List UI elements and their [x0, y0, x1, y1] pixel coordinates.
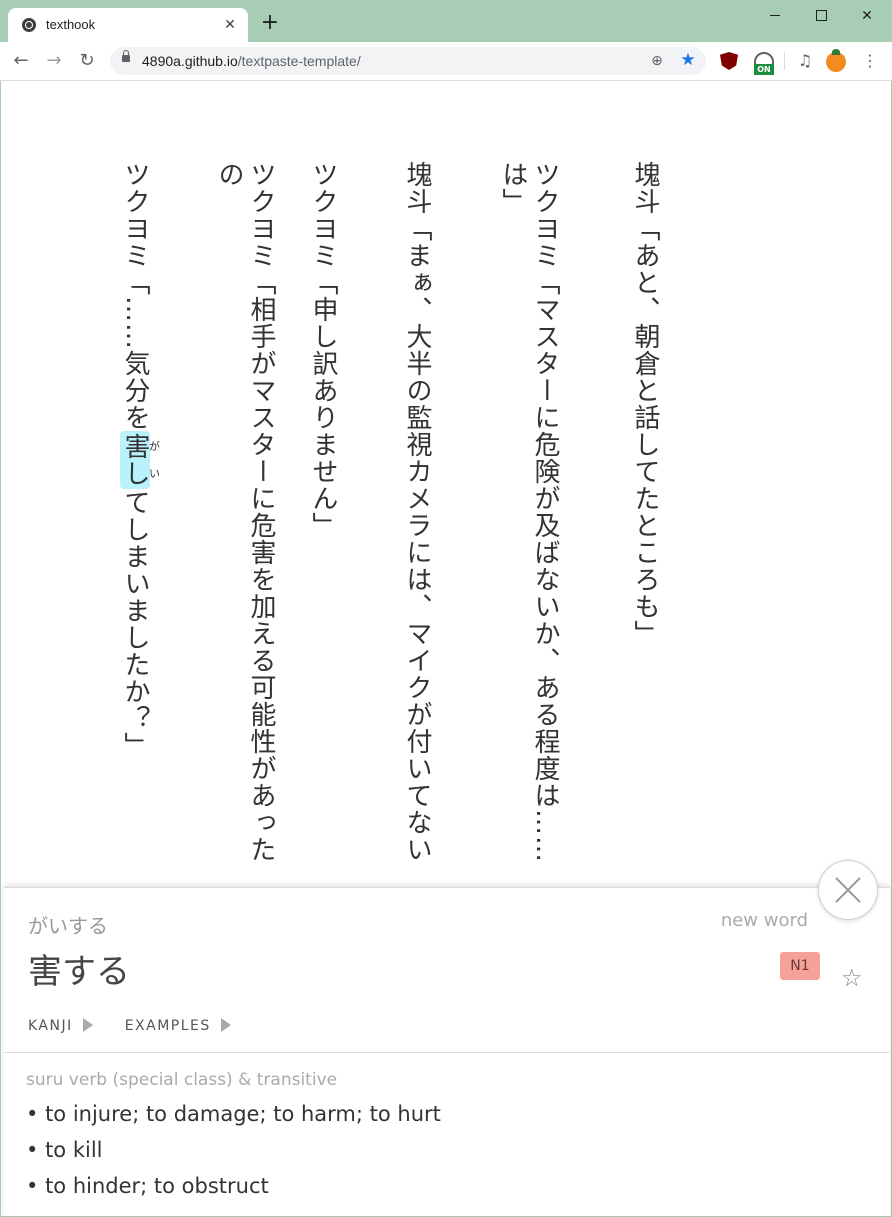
toolbar-divider	[784, 52, 785, 70]
popup-divider	[4, 1052, 890, 1053]
text-line[interactable]: 塊斗「あと、朝倉と話してたところも」	[629, 161, 661, 889]
browser-tab[interactable]: texthook ✕	[8, 8, 248, 42]
minimize-button[interactable]	[752, 4, 798, 28]
profile-avatar[interactable]	[826, 49, 846, 72]
window-close-button[interactable]: ✕	[844, 4, 890, 28]
forward-arrow-icon[interactable]: →	[43, 50, 65, 72]
globe-icon	[22, 18, 36, 32]
dictionary-headword: 害する	[28, 952, 130, 992]
part-of-speech: suru verb (special class) & transitive	[26, 1070, 338, 1090]
triangle-right-icon	[220, 1018, 231, 1032]
jlpt-level-badge: N1	[780, 952, 820, 980]
zoom-icon[interactable]: ⊕	[648, 52, 666, 70]
text-line[interactable]: ツクヨミ「申し訳ありません」	[307, 161, 339, 889]
browser-toolbar: ← → ↻ 4890a.github.io/textpaste-template…	[0, 42, 892, 81]
popup-close-button[interactable]	[818, 860, 878, 920]
word-reading: がいする	[28, 914, 108, 938]
word-status: new word	[720, 910, 808, 931]
dictionary-popup: がいする new word 害する N1 ☆ KANJI EXAMPLES su…	[4, 887, 890, 1216]
back-arrow-icon[interactable]: ←	[10, 50, 32, 72]
maximize-button[interactable]	[798, 4, 844, 28]
reload-icon[interactable]: ↻	[76, 50, 98, 72]
triangle-right-icon	[82, 1018, 93, 1032]
kebab-menu-icon[interactable]: ⋮	[862, 51, 878, 71]
new-tab-button[interactable]: +	[260, 12, 280, 34]
text-line[interactable]: 塊斗「まぁ、大半の監視カメラには、マイクが付いてない	[401, 161, 433, 889]
url-text[interactable]: 4890a.github.io/textpaste-template/	[142, 53, 361, 69]
media-control-icon[interactable]: ♫	[796, 52, 814, 70]
tab-kanji[interactable]: KANJI	[28, 1018, 93, 1034]
tab-close-icon[interactable]: ✕	[220, 15, 240, 35]
favorite-star-icon[interactable]: ☆	[841, 966, 863, 990]
tab-examples[interactable]: EXAMPLES	[125, 1018, 231, 1034]
text-line[interactable]: ツクヨミ「相手がマスターに危害を加える可能性があったの	[213, 161, 277, 889]
text-line[interactable]: ツクヨミ「マスターに危険が及ばないか、ある程度は…… は」	[497, 161, 561, 889]
tab-title: texthook	[46, 17, 96, 32]
title-bar: texthook ✕ + ✕	[0, 0, 892, 42]
definition-item: to hinder; to obstruct	[26, 1168, 441, 1204]
definition-item: to kill	[26, 1132, 441, 1168]
bookmark-star-icon[interactable]: ★	[678, 50, 698, 70]
address-bar[interactable]: 4890a.github.io/textpaste-template/ ⊕ ★	[110, 47, 706, 75]
text-line[interactable]: ツクヨミ「……気分を害しがいてしまいましたか？」	[119, 161, 161, 889]
extension-on-badge: ON	[754, 64, 774, 75]
definition-list: to injure; to damage; to harm; to hurt t…	[26, 1096, 441, 1204]
definition-item: to injure; to damage; to harm; to hurt	[26, 1096, 441, 1132]
ublock-icon[interactable]	[720, 52, 738, 70]
lock-icon[interactable]	[122, 50, 130, 62]
selected-word[interactable]: 害しがい	[120, 431, 161, 489]
popup-tabs: KANJI EXAMPLES	[28, 1018, 257, 1034]
